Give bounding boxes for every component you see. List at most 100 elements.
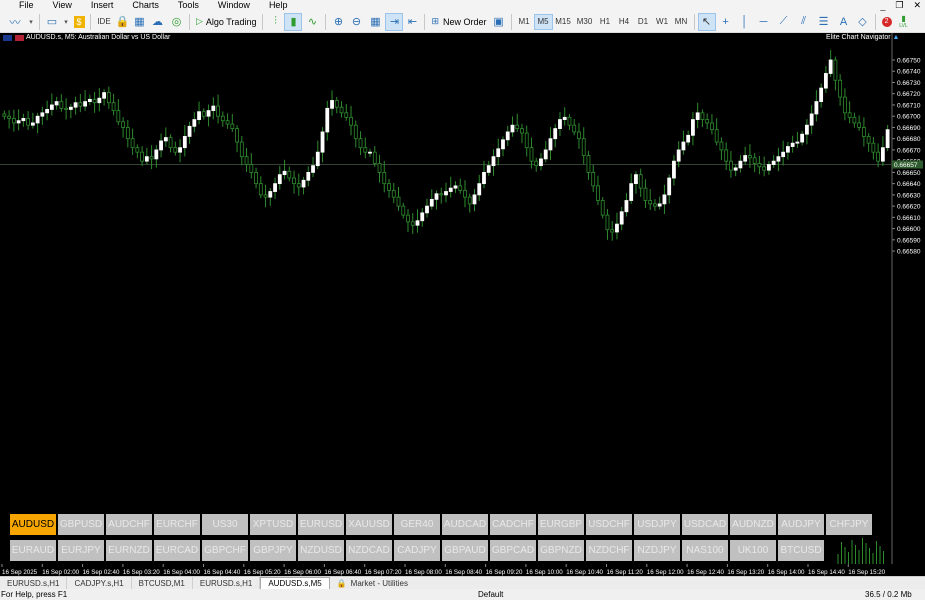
tab-btcusd-m1[interactable]: BTCUSD,M1: [132, 577, 193, 589]
text-tool-icon[interactable]: A: [834, 13, 854, 31]
timeframe-m5[interactable]: M5: [533, 13, 553, 30]
symbol-button-chfjpy[interactable]: CHFJPY: [826, 514, 872, 535]
signals-icon[interactable]: ◎: [167, 13, 186, 31]
cloud-icon[interactable]: ☁: [148, 13, 167, 31]
price-chart[interactable]: 0.66750 0.66740 0.66730 0.66720 0.66710 0.667…: [0, 33, 925, 576]
timeframe-h1[interactable]: H1: [596, 14, 615, 30]
ide-button[interactable]: IDE: [94, 13, 114, 31]
symbol-button-audusd[interactable]: AUDUSD: [10, 514, 56, 535]
timeframe-w1[interactable]: W1: [653, 14, 672, 30]
chart-shift-icon[interactable]: ⇤: [403, 13, 421, 31]
symbol-button-eurgbp[interactable]: EURGBP: [538, 514, 584, 535]
vertical-line-icon[interactable]: │: [736, 13, 754, 31]
symbol-button-usdcad[interactable]: USDCAD: [682, 514, 728, 535]
candle-body: [600, 200, 605, 216]
algo-trading-button[interactable]: ▷ Algo Trading: [193, 13, 259, 31]
menu-insert[interactable]: Insert: [87, 0, 118, 11]
tab-audusd-m5[interactable]: AUDUSD.s,M5: [260, 577, 330, 589]
menu-help[interactable]: Help: [265, 0, 292, 11]
symbol-button-nzdjpy[interactable]: NZDJPY: [634, 540, 680, 561]
notifications-icon[interactable]: 2: [879, 13, 895, 31]
chevron-down-icon[interactable]: ▾: [26, 13, 36, 31]
symbol-button-gbpchf[interactable]: GBPCHF: [202, 540, 248, 561]
symbol-button-gbpusd[interactable]: GBPUSD: [58, 514, 104, 535]
line-icon[interactable]: ∿: [302, 13, 322, 31]
shapes-icon[interactable]: ◇: [854, 13, 872, 31]
menu-view[interactable]: View: [49, 0, 76, 11]
restore-button[interactable]: ❐: [895, 0, 903, 11]
symbol-button-xauusd[interactable]: XAUUSD: [346, 514, 392, 535]
new-order-button[interactable]: ⊞ New Order: [428, 13, 489, 31]
symbol-button-nas100[interactable]: NAS100: [682, 540, 728, 561]
symbol-button-nzdcad[interactable]: NZDCAD: [346, 540, 392, 561]
symbol-button-usdjpy[interactable]: USDJPY: [634, 514, 680, 535]
chevron-down-icon[interactable]: ▾: [61, 13, 71, 31]
symbol-button-audjpy[interactable]: AUDJPY: [778, 514, 824, 535]
timeframe-d1[interactable]: D1: [634, 14, 653, 30]
lock-icon[interactable]: 🔒: [114, 13, 131, 31]
symbol-button-eurnzd[interactable]: EURNZD: [106, 540, 152, 561]
symbol-button-us30[interactable]: US30: [202, 514, 248, 535]
symbol-button-cadchf[interactable]: CADCHF: [490, 514, 536, 535]
symbol-button-gbpnzd[interactable]: GBPNZD: [538, 540, 584, 561]
line-chart-icon[interactable]: 〰: [4, 13, 26, 31]
menu-file[interactable]: File: [15, 0, 38, 11]
tab-market-utilities[interactable]: 🔒 Market - Utilities: [330, 577, 415, 589]
dollar-icon[interactable]: $: [71, 13, 87, 31]
symbol-button-cadjpy[interactable]: CADJPY: [394, 540, 440, 561]
tab-cadjpy-h1[interactable]: CADJPY.s,H1: [67, 577, 132, 589]
symbol-button-euraud[interactable]: EURAUD: [10, 540, 56, 561]
timeframe-mn[interactable]: MN: [672, 14, 691, 30]
autoscroll-icon[interactable]: ⇥: [385, 12, 404, 31]
bar-chart-icon[interactable]: ⫶: [266, 13, 284, 31]
symbol-button-nzdusd[interactable]: NZDUSD: [298, 540, 344, 561]
symbol-button-ger40[interactable]: GER40: [394, 514, 440, 535]
trendline-icon[interactable]: ⟋: [774, 13, 794, 31]
navigator-label[interactable]: Elite Chart Navigator ▲: [826, 34, 899, 41]
symbol-button-audchf[interactable]: AUDCHF: [106, 514, 152, 535]
cursor-icon[interactable]: ↖: [697, 12, 716, 31]
zoom-out-icon[interactable]: ⊖: [347, 13, 365, 31]
symbol-button-btcusd[interactable]: BTCUSD: [778, 540, 824, 561]
symbol-button-eurchf[interactable]: EURCHF: [154, 514, 200, 535]
candle-body: [781, 151, 786, 158]
timeframe-m15[interactable]: M15: [553, 14, 574, 30]
symbol-button-audcad[interactable]: AUDCAD: [442, 514, 488, 535]
crosshair-icon[interactable]: +: [716, 13, 736, 31]
history-icon[interactable]: ▣: [490, 13, 508, 31]
symbol-button-nzdchf[interactable]: NZDCHF: [586, 540, 632, 561]
candle-body: [767, 164, 771, 171]
symbol-button-eurjpy[interactable]: EURJPY: [58, 540, 104, 561]
candle-body: [130, 138, 135, 149]
candle-body: [339, 106, 344, 114]
tab-eurusd-h1[interactable]: EURUSD.s,H1: [0, 577, 68, 589]
menu-window[interactable]: Window: [214, 0, 254, 11]
symbol-button-gbpjpy[interactable]: GBPJPY: [250, 540, 296, 561]
channel-icon[interactable]: ⫽: [794, 13, 814, 31]
tab-eurusd-h1-2[interactable]: EURUSD.s,H1: [193, 577, 261, 589]
symbol-button-eurcad[interactable]: EURCAD: [154, 540, 200, 561]
candlestick-icon[interactable]: ▮: [284, 12, 303, 31]
timeframe-h4[interactable]: H4: [615, 14, 634, 30]
candle-body: [700, 112, 705, 120]
close-button[interactable]: ✕: [913, 0, 921, 11]
symbol-button-audnzd[interactable]: AUDNZD: [730, 514, 776, 535]
symbol-button-xptusd[interactable]: XPTUSD: [250, 514, 296, 535]
timeframe-m1[interactable]: M1: [515, 14, 534, 30]
horizontal-line-icon[interactable]: ─: [754, 13, 774, 31]
candle-body: [192, 119, 197, 127]
new-chart-icon[interactable]: ▭: [43, 13, 61, 31]
symbol-button-usdchf[interactable]: USDCHF: [586, 514, 632, 535]
grid-icon[interactable]: ▦: [131, 13, 148, 31]
minimize-button[interactable]: _: [880, 1, 885, 11]
symbol-button-gbpaud[interactable]: GBPAUD: [442, 540, 488, 561]
tile-windows-icon[interactable]: ▦: [365, 13, 385, 31]
menu-tools[interactable]: Tools: [174, 0, 203, 11]
symbol-button-uk100[interactable]: UK100: [730, 540, 776, 561]
menu-charts[interactable]: Charts: [128, 0, 163, 11]
fibonacci-icon[interactable]: ☰: [814, 13, 834, 31]
zoom-in-icon[interactable]: ⊕: [329, 13, 347, 31]
symbol-button-eurusd[interactable]: EURUSD: [298, 514, 344, 535]
timeframe-m30[interactable]: M30: [574, 14, 596, 30]
symbol-button-gbpcad[interactable]: GBPCAD: [490, 540, 536, 561]
